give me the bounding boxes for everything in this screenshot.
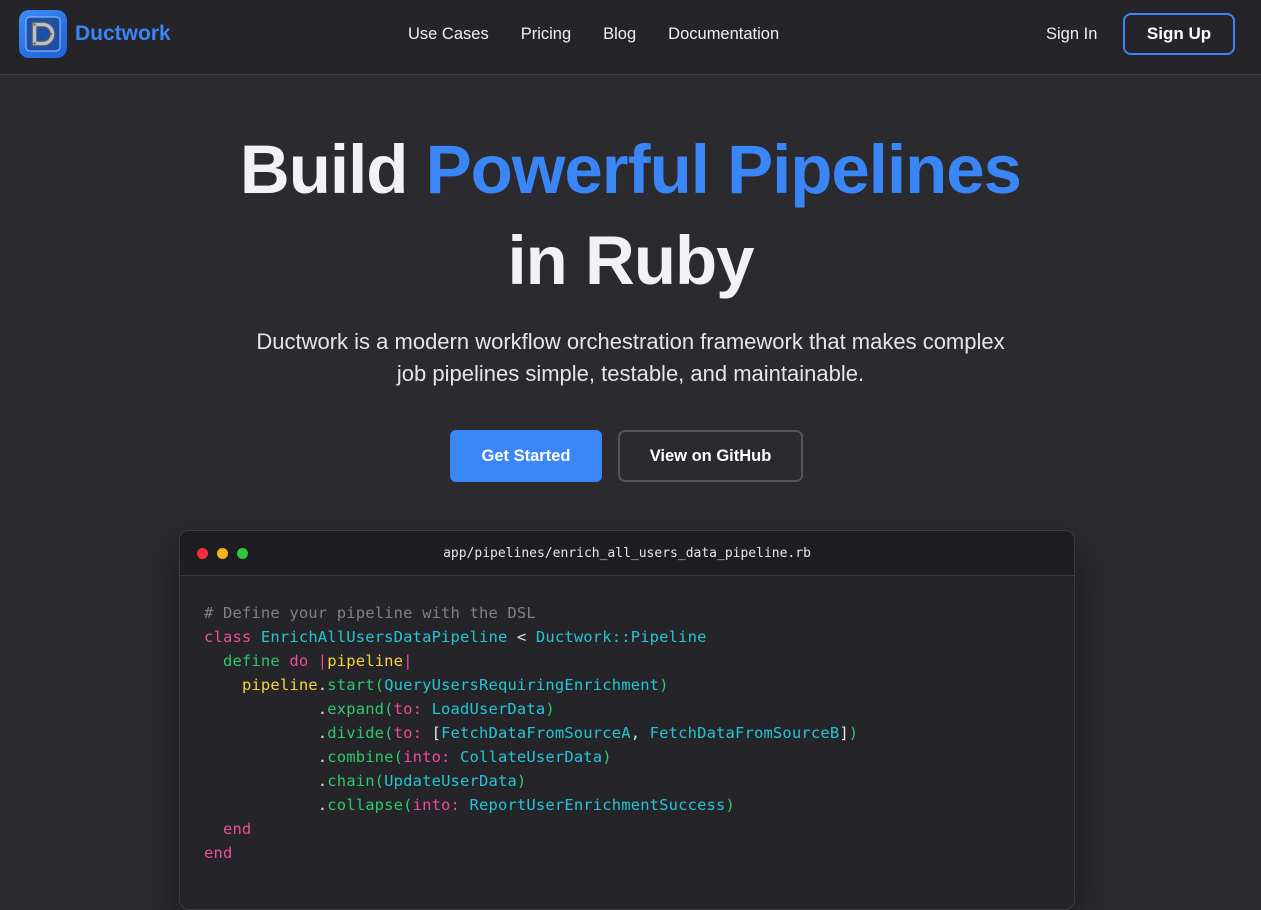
code-line: pipeline.start(QueryUsersRequiringEnrich…	[204, 673, 858, 697]
code-token: divide(	[327, 724, 394, 742]
code-token: do	[289, 652, 318, 670]
brand[interactable]: Ductwork	[19, 10, 171, 58]
brand-name[interactable]: Ductwork	[75, 22, 171, 46]
code-token: UpdateUserData	[384, 772, 517, 790]
code-token: )	[602, 748, 612, 766]
code-line: end	[204, 841, 858, 865]
sign-up-button[interactable]: Sign Up	[1123, 13, 1235, 55]
sign-in-link[interactable]: Sign In	[1046, 24, 1097, 44]
nav-links: Use Cases Pricing Blog Documentation	[392, 24, 795, 44]
code-line: class EnrichAllUsersDataPipeline < Ductw…	[204, 625, 858, 649]
code-token: |	[403, 652, 413, 670]
code-token: CollateUserData	[460, 748, 603, 766]
code-token: to:	[393, 700, 432, 718]
code-token: FetchDataFromSourceA	[441, 724, 631, 742]
hero-title-part1: Build	[239, 131, 426, 208]
code-token: )	[545, 700, 555, 718]
hero-subtitle: Ductwork is a modern workflow orchestrat…	[256, 329, 1005, 386]
nav-link-use-cases[interactable]: Use Cases	[408, 24, 489, 44]
code-token: pipeline	[327, 652, 404, 670]
code-window-titlebar: app/pipelines/enrich_all_users_data_pipe…	[180, 531, 1074, 576]
code-token: # Define your pipeline with the DSL	[204, 604, 536, 622]
code-token: Ductwork::Pipeline	[535, 628, 707, 646]
nav-link-documentation[interactable]: Documentation	[668, 24, 779, 44]
code-line: define do |pipeline|	[204, 649, 858, 673]
code-token: end	[222, 820, 252, 838]
code-token: )	[848, 724, 859, 742]
code-token: chain(	[327, 772, 385, 790]
top-navbar: Ductwork Use Cases Pricing Blog Document…	[0, 0, 1261, 75]
code-token: .	[204, 700, 328, 718]
code-token: class	[204, 628, 261, 646]
code-token: .	[317, 676, 328, 694]
hero-title-part2: in Ruby	[507, 222, 755, 299]
code-token: FetchDataFromSourceB	[649, 724, 840, 742]
code-token: ]	[839, 724, 849, 742]
code-token: [	[431, 724, 442, 742]
code-token: )	[725, 796, 736, 814]
code-window: app/pipelines/enrich_all_users_data_pipe…	[179, 530, 1075, 910]
nav-link-pricing[interactable]: Pricing	[521, 24, 571, 44]
code-line: # Define your pipeline with the DSL	[204, 601, 858, 625]
code-line: .expand(to: LoadUserData)	[204, 697, 858, 721]
hero-title: Build Powerful Pipelines in Ruby	[0, 124, 1261, 306]
code-token: |	[317, 652, 328, 670]
code-token: .	[204, 796, 328, 814]
code-token: combine(	[327, 748, 404, 766]
code-token: define	[222, 652, 290, 670]
code-line: .divide(to: [FetchDataFromSourceA, Fetch…	[204, 721, 858, 745]
code-token: )	[659, 676, 669, 694]
code-token: )	[516, 772, 527, 790]
code-token: into:	[412, 796, 470, 814]
code-token: <	[507, 628, 536, 646]
ductwork-logo-icon	[19, 10, 67, 58]
code-line: end	[204, 817, 858, 841]
view-on-github-button[interactable]: View on GitHub	[618, 430, 803, 482]
code-token: pipeline	[241, 676, 318, 694]
code-token: expand(	[327, 700, 394, 718]
code-line: .chain(UpdateUserData)	[204, 769, 858, 793]
code-token: to:	[393, 724, 432, 742]
code-token: EnrichAllUsersDataPipeline	[260, 628, 508, 646]
code-token: .	[204, 772, 328, 790]
code-token: ReportUserEnrichmentSuccess	[469, 796, 726, 814]
hero-title-accent: Powerful Pipelines	[425, 131, 1022, 208]
nav-link-blog[interactable]: Blog	[603, 24, 636, 44]
code-filename: app/pipelines/enrich_all_users_data_pipe…	[443, 546, 811, 561]
code-token: QueryUsersRequiringEnrichment	[384, 676, 660, 694]
code-token: start(	[327, 676, 385, 694]
code-token: .	[204, 748, 328, 766]
code-token: .	[204, 724, 328, 742]
code-token: collapse(	[327, 796, 413, 814]
code-token: ,	[630, 724, 650, 742]
code-token: into:	[403, 748, 461, 766]
code-block: # Define your pipeline with the DSL class…	[204, 601, 858, 865]
get-started-button[interactable]: Get Started	[450, 430, 602, 482]
code-token: LoadUserData	[431, 700, 546, 718]
code-line: .collapse(into: ReportUserEnrichmentSucc…	[204, 793, 858, 817]
code-token: end	[204, 844, 233, 862]
code-line: .combine(into: CollateUserData)	[204, 745, 858, 769]
